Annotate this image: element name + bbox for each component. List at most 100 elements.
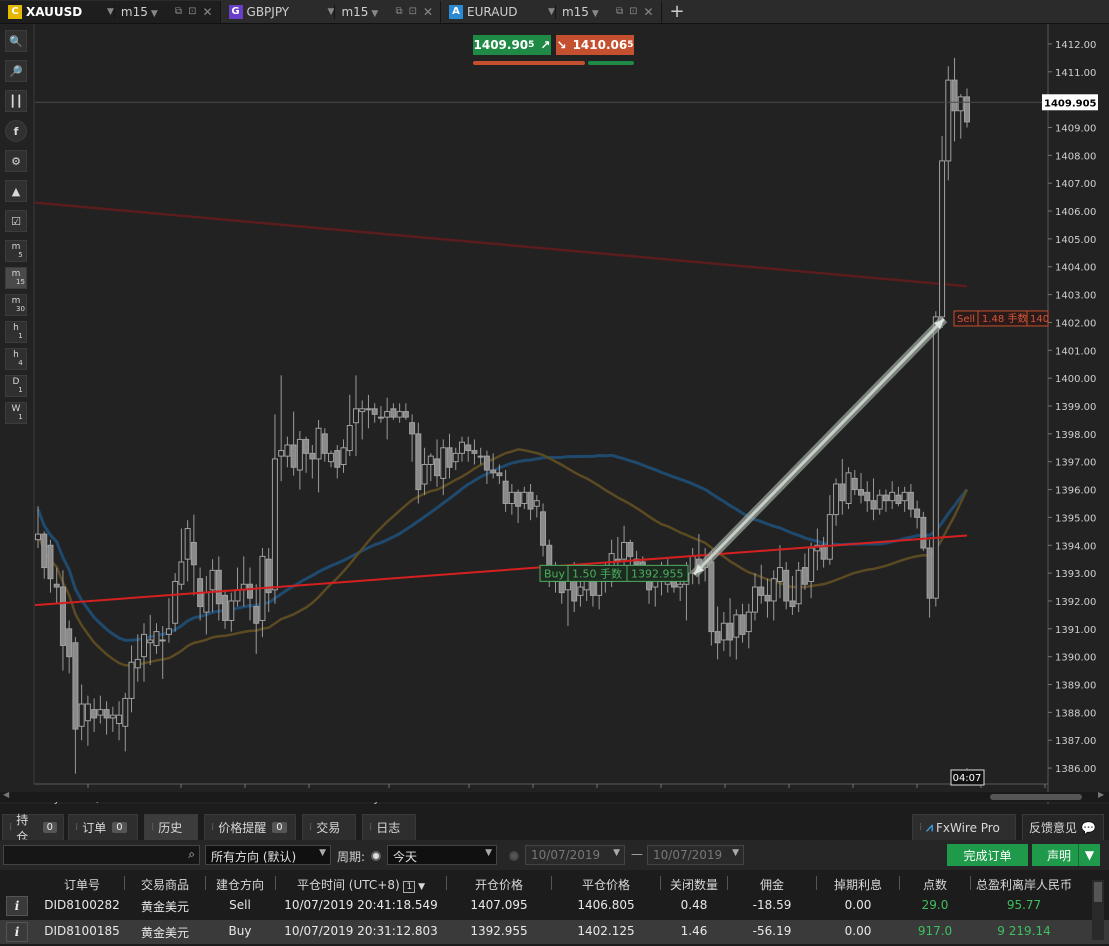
chevron-down-icon[interactable]: ▼: [328, 7, 335, 17]
tf-m15-button[interactable]: m 15: [5, 267, 27, 289]
y-tick-label: 1411.00: [1055, 68, 1096, 79]
candle-body: [907, 491, 914, 510]
scrollbar-thumb[interactable]: [990, 794, 1082, 800]
candle-body: [714, 631, 721, 644]
chart-type-icon[interactable]: ┃┃: [5, 90, 27, 112]
detach-icon[interactable]: ⧉: [616, 6, 623, 17]
candle-body: [521, 491, 528, 504]
detach-icon[interactable]: ⧉: [395, 6, 402, 17]
chevron-down-icon[interactable]: ▼: [548, 7, 555, 17]
facebook-icon[interactable]: f: [5, 120, 27, 142]
table-row[interactable]: i DID8100282 黄金美元 Sell 10/07/2019 20:41:…: [0, 894, 1109, 918]
info-icon[interactable]: i: [6, 896, 28, 916]
detach-icon[interactable]: ⧉: [175, 6, 182, 17]
link-icon[interactable]: ⊡: [409, 6, 417, 17]
col-symbol[interactable]: 交易商品: [125, 876, 205, 893]
table-row[interactable]: i DID8100185 黄金美元 Buy 10/07/2019 20:31:1…: [0, 920, 1109, 944]
scrollbar-thumb[interactable]: [1094, 882, 1102, 902]
candle-body: [964, 96, 970, 123]
col-swap[interactable]: 掉期利息: [817, 876, 899, 893]
period-radio[interactable]: [371, 851, 381, 861]
feedback-button[interactable]: 反馈意见 💬: [1022, 814, 1104, 840]
symbol-name[interactable]: XAUUSD: [26, 5, 104, 19]
date-to-input[interactable]: 10/07/2019 ▼: [647, 845, 744, 865]
col-pips[interactable]: 点数: [900, 876, 970, 893]
close-icon[interactable]: ✕: [202, 5, 212, 19]
close-icon[interactable]: ✕: [643, 5, 653, 19]
symbol-badge: A: [449, 4, 464, 19]
tab-price-alerts[interactable]: ⁞ 价格提醒 0: [204, 814, 296, 840]
col-close-time[interactable]: 平仓时间 (UTC+8) 1 ▼: [276, 876, 446, 893]
col-close-qty[interactable]: 关闭数量: [661, 876, 727, 893]
tab-journal[interactable]: ⁞ 日志: [362, 814, 416, 840]
statement-dropdown-icon[interactable]: ▼: [1078, 844, 1100, 866]
tab-gbpjpy[interactable]: G GBPJPY ▼ m15 ▼ ⧉ ⊡ ✕: [221, 0, 442, 23]
col-open-price[interactable]: 开仓价格: [447, 876, 551, 893]
col-close-price[interactable]: 平仓价格: [552, 876, 660, 893]
tab-xauusd[interactable]: C XAUUSD ▼ m15 ▼ ⧉ ⊡ ✕: [0, 0, 221, 23]
candle-body: [957, 96, 964, 112]
candle-body: [328, 452, 335, 463]
tf-w1-button[interactable]: W1: [5, 402, 27, 424]
scroll-left-icon[interactable]: ◀: [3, 790, 9, 799]
info-icon[interactable]: i: [6, 922, 28, 942]
candle-body: [35, 533, 41, 541]
col-order-id[interactable]: 订单号: [40, 876, 124, 893]
robot-icon[interactable]: ⚙: [5, 150, 27, 172]
shapes-icon[interactable]: ▲: [5, 180, 27, 202]
tab-euraud[interactable]: A EURAUD ▼ m15 ▼ ⧉ ⊡ ✕: [441, 0, 662, 23]
col-direction[interactable]: 建仓方向: [206, 876, 274, 893]
period-select[interactable]: 今天 ▼: [387, 845, 497, 865]
y-tick-label: 1396.00: [1055, 486, 1096, 497]
chart-scrollbar[interactable]: ◀ ▶: [0, 790, 1109, 802]
timeframe-select[interactable]: m15 ▼: [113, 4, 172, 19]
sell-volume-bar: [473, 61, 585, 65]
direction-select[interactable]: 所有方向 (默认) ▼: [205, 845, 331, 865]
chevron-down-icon[interactable]: ▼: [107, 7, 114, 17]
table-scrollbar[interactable]: [1092, 880, 1104, 940]
price-chart[interactable]: 1412.001411.001410.001409.001408.001407.…: [0, 24, 1109, 804]
candle-body: [434, 458, 441, 477]
close-icon[interactable]: ✕: [423, 5, 433, 19]
add-tab-icon[interactable]: +: [670, 1, 685, 22]
zoom-out-icon[interactable]: 🔎: [5, 60, 27, 82]
tab-history[interactable]: ⁞ 历史: [144, 814, 198, 840]
tf-d1-button[interactable]: D1: [5, 375, 27, 397]
link-icon[interactable]: ⊡: [629, 6, 637, 17]
candle-body: [222, 594, 229, 621]
candle-body: [309, 452, 316, 460]
tab-positions[interactable]: ⁞ 持仓 0: [2, 813, 64, 844]
col-commission[interactable]: 佣金: [728, 876, 816, 893]
symbol-name[interactable]: EURAUD: [467, 5, 545, 19]
candle-body: [627, 541, 634, 557]
candle-body: [621, 541, 628, 560]
scroll-right-icon[interactable]: ▶: [1098, 790, 1104, 799]
tf-m30-button[interactable]: m 30: [5, 294, 27, 316]
tf-m5-button[interactable]: m5: [5, 240, 27, 262]
date-from-input[interactable]: 10/07/2019 ▼: [525, 845, 625, 865]
ask-price-button[interactable]: ↘ 1410.06 5: [556, 35, 634, 55]
zoom-in-icon[interactable]: 🔍: [5, 30, 27, 52]
date-range-radio[interactable]: [509, 851, 519, 861]
settings-icon[interactable]: ☑: [5, 210, 27, 232]
tab-trade[interactable]: ⁞ 交易: [302, 814, 356, 840]
candle-body: [677, 583, 684, 588]
y-tick-label: 1392.00: [1055, 597, 1096, 608]
candle-body: [945, 79, 952, 162]
link-icon[interactable]: ⊡: [188, 6, 196, 17]
timeframe-select[interactable]: m15 ▼: [334, 4, 392, 19]
tab-orders[interactable]: ⁞ 订单 0: [68, 814, 138, 840]
tf-h4-button[interactable]: h4: [5, 348, 27, 370]
col-net-profit[interactable]: 总盈利离岸人民币: [971, 876, 1077, 893]
candle-body: [914, 508, 921, 518]
search-input[interactable]: ⌕: [3, 845, 200, 865]
candle-body: [465, 444, 472, 452]
tf-h1-button[interactable]: h1: [5, 321, 27, 343]
fxwire-pro-button[interactable]: ⁞ ⩘ FxWire Pro: [912, 814, 1016, 840]
candle-body: [783, 569, 790, 602]
complete-orders-button[interactable]: 完成订单: [947, 844, 1028, 866]
symbol-name[interactable]: GBPJPY: [247, 5, 325, 19]
date-separator: —: [631, 847, 643, 861]
timeframe-select[interactable]: m15 ▼: [554, 4, 613, 19]
bid-price-button[interactable]: 1409.90 5 ↗: [473, 35, 551, 55]
